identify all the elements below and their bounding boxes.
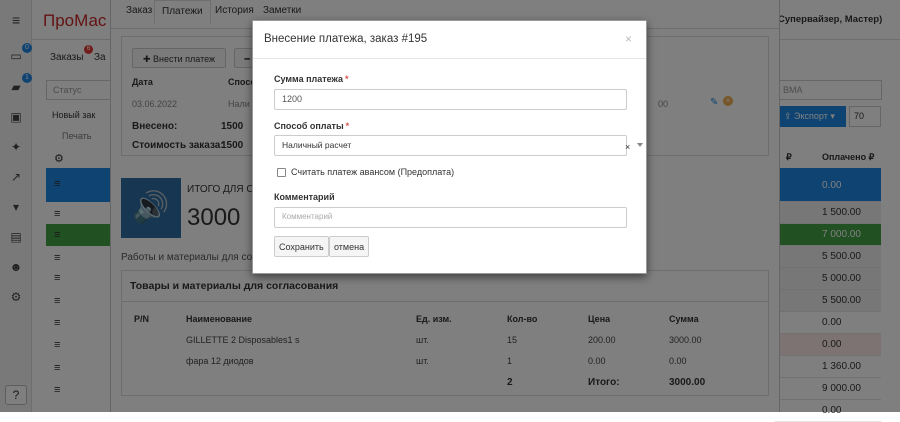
required-mark: * — [345, 121, 350, 131]
amount-label-text: Сумма платежа — [274, 74, 344, 84]
comment-label: Комментарий — [274, 192, 335, 202]
clear-selection-icon[interactable]: × — [625, 142, 630, 152]
modal-header: Внесение платежа, заказ #195 × — [253, 21, 646, 59]
save-button[interactable]: Сохранить — [274, 236, 329, 257]
payment-method-select[interactable]: Наличный расчет × — [274, 135, 643, 156]
amount-input[interactable]: 1200 — [274, 89, 627, 110]
payment-method-value: Наличный расчет — [282, 140, 352, 150]
method-label-text: Способ оплаты — [274, 121, 344, 131]
close-icon[interactable]: × — [625, 32, 632, 46]
amount-label: Сумма платежа * — [274, 74, 349, 84]
method-label: Способ оплаты * — [274, 121, 349, 131]
advance-checkbox[interactable] — [277, 168, 286, 177]
advance-checkbox-label[interactable]: Считать платеж авансом (Предоплата) — [291, 167, 454, 177]
cancel-button[interactable]: отмена — [329, 236, 370, 257]
payment-modal: Внесение платежа, заказ #195 × Сумма пла… — [252, 20, 647, 274]
comment-input[interactable]: Комментарий — [274, 207, 627, 228]
chevron-down-icon[interactable] — [637, 143, 643, 147]
modal-title: Внесение платежа, заказ #195 — [264, 33, 428, 45]
required-mark: * — [345, 74, 349, 84]
